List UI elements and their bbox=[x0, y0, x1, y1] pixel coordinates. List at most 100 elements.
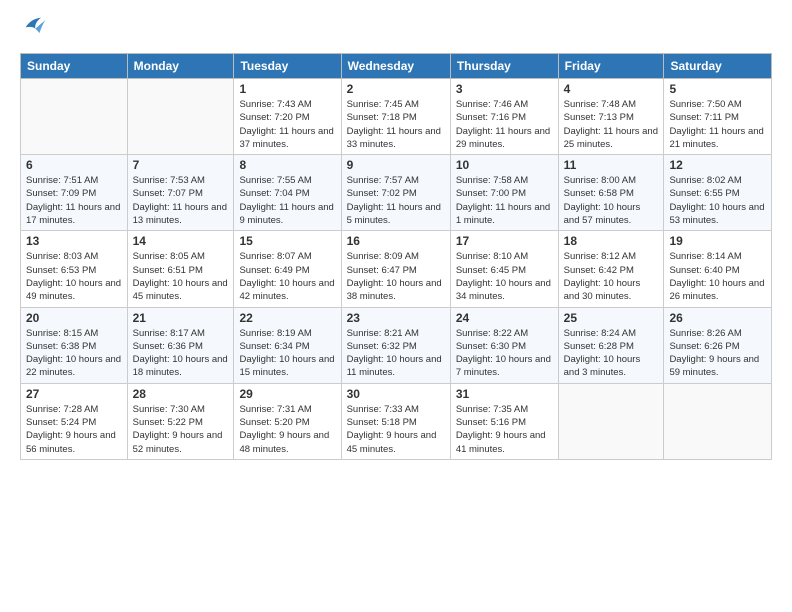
calendar-cell bbox=[21, 79, 128, 155]
calendar-cell: 21 Sunrise: 8:17 AM Sunset: 6:36 PM Dayli… bbox=[127, 307, 234, 383]
day-info: Sunrise: 8:22 AM Sunset: 6:30 PM Dayligh… bbox=[456, 327, 553, 380]
day-info: Sunrise: 7:53 AM Sunset: 7:07 PM Dayligh… bbox=[133, 174, 229, 227]
day-info: Sunrise: 8:12 AM Sunset: 6:42 PM Dayligh… bbox=[564, 250, 659, 303]
day-number: 14 bbox=[133, 234, 229, 248]
week-row-3: 13 Sunrise: 8:03 AM Sunset: 6:53 PM Dayli… bbox=[21, 231, 772, 307]
calendar-cell: 28 Sunrise: 7:30 AM Sunset: 5:22 PM Dayli… bbox=[127, 383, 234, 459]
day-number: 11 bbox=[564, 158, 659, 172]
day-number: 26 bbox=[669, 311, 766, 325]
day-number: 30 bbox=[347, 387, 445, 401]
day-info: Sunrise: 8:15 AM Sunset: 6:38 PM Dayligh… bbox=[26, 327, 122, 380]
day-number: 25 bbox=[564, 311, 659, 325]
day-info: Sunrise: 7:30 AM Sunset: 5:22 PM Dayligh… bbox=[133, 403, 229, 456]
day-number: 5 bbox=[669, 82, 766, 96]
day-number: 27 bbox=[26, 387, 122, 401]
day-info: Sunrise: 8:00 AM Sunset: 6:58 PM Dayligh… bbox=[564, 174, 659, 227]
calendar-cell: 23 Sunrise: 8:21 AM Sunset: 6:32 PM Dayli… bbox=[341, 307, 450, 383]
calendar-cell: 1 Sunrise: 7:43 AM Sunset: 7:20 PM Daylig… bbox=[234, 79, 341, 155]
day-info: Sunrise: 7:45 AM Sunset: 7:18 PM Dayligh… bbox=[347, 98, 445, 151]
day-number: 15 bbox=[239, 234, 335, 248]
day-info: Sunrise: 8:21 AM Sunset: 6:32 PM Dayligh… bbox=[347, 327, 445, 380]
day-info: Sunrise: 7:51 AM Sunset: 7:09 PM Dayligh… bbox=[26, 174, 122, 227]
calendar-cell: 13 Sunrise: 8:03 AM Sunset: 6:53 PM Dayli… bbox=[21, 231, 128, 307]
day-number: 24 bbox=[456, 311, 553, 325]
calendar-cell: 7 Sunrise: 7:53 AM Sunset: 7:07 PM Daylig… bbox=[127, 155, 234, 231]
calendar-cell: 19Sunrise: 8:14 AM Sunset: 6:40 PM Dayli… bbox=[664, 231, 772, 307]
calendar-table: SundayMondayTuesdayWednesdayThursdayFrid… bbox=[20, 53, 772, 460]
day-info: Sunrise: 7:57 AM Sunset: 7:02 PM Dayligh… bbox=[347, 174, 445, 227]
day-info: Sunrise: 7:35 AM Sunset: 5:16 PM Dayligh… bbox=[456, 403, 553, 456]
day-number: 22 bbox=[239, 311, 335, 325]
weekday-thursday: Thursday bbox=[450, 54, 558, 79]
day-info: Sunrise: 8:24 AM Sunset: 6:28 PM Dayligh… bbox=[564, 327, 659, 380]
day-number: 21 bbox=[133, 311, 229, 325]
day-info: Sunrise: 7:58 AM Sunset: 7:00 PM Dayligh… bbox=[456, 174, 553, 227]
day-info: Sunrise: 7:43 AM Sunset: 7:20 PM Dayligh… bbox=[239, 98, 335, 151]
day-number: 7 bbox=[133, 158, 229, 172]
day-number: 6 bbox=[26, 158, 122, 172]
calendar-cell: 8 Sunrise: 7:55 AM Sunset: 7:04 PM Daylig… bbox=[234, 155, 341, 231]
calendar-cell bbox=[558, 383, 664, 459]
weekday-monday: Monday bbox=[127, 54, 234, 79]
calendar-wrap: SundayMondayTuesdayWednesdayThursdayFrid… bbox=[0, 53, 792, 470]
logo-icon bbox=[20, 12, 48, 40]
day-number: 31 bbox=[456, 387, 553, 401]
day-info: Sunrise: 7:31 AM Sunset: 5:20 PM Dayligh… bbox=[239, 403, 335, 456]
day-number: 12 bbox=[669, 158, 766, 172]
day-number: 23 bbox=[347, 311, 445, 325]
day-number: 2 bbox=[347, 82, 445, 96]
day-info: Sunrise: 8:05 AM Sunset: 6:51 PM Dayligh… bbox=[133, 250, 229, 303]
calendar-cell: 30 Sunrise: 7:33 AM Sunset: 5:18 PM Dayli… bbox=[341, 383, 450, 459]
calendar-cell: 12 Sunrise: 8:02 AM Sunset: 6:55 PM Dayli… bbox=[664, 155, 772, 231]
day-number: 19 bbox=[669, 234, 766, 248]
day-number: 28 bbox=[133, 387, 229, 401]
day-number: 18 bbox=[564, 234, 659, 248]
day-info: Sunrise: 8:19 AM Sunset: 6:34 PM Dayligh… bbox=[239, 327, 335, 380]
weekday-saturday: Saturday bbox=[664, 54, 772, 79]
calendar-cell: 22 Sunrise: 8:19 AM Sunset: 6:34 PM Dayli… bbox=[234, 307, 341, 383]
day-number: 17 bbox=[456, 234, 553, 248]
day-number: 13 bbox=[26, 234, 122, 248]
weekday-wednesday: Wednesday bbox=[341, 54, 450, 79]
week-row-5: 27 Sunrise: 7:28 AM Sunset: 5:24 PM Dayli… bbox=[21, 383, 772, 459]
day-info: Sunrise: 7:50 AM Sunset: 7:11 PM Dayligh… bbox=[669, 98, 766, 151]
week-row-4: 20Sunrise: 8:15 AM Sunset: 6:38 PM Dayli… bbox=[21, 307, 772, 383]
page-header bbox=[0, 0, 792, 53]
calendar-cell: 10 Sunrise: 7:58 AM Sunset: 7:00 PM Dayli… bbox=[450, 155, 558, 231]
logo bbox=[18, 12, 48, 45]
day-info: Sunrise: 8:17 AM Sunset: 6:36 PM Dayligh… bbox=[133, 327, 229, 380]
calendar-cell: 31 Sunrise: 7:35 AM Sunset: 5:16 PM Dayli… bbox=[450, 383, 558, 459]
calendar-body: 1 Sunrise: 7:43 AM Sunset: 7:20 PM Daylig… bbox=[21, 79, 772, 460]
day-number: 3 bbox=[456, 82, 553, 96]
weekday-friday: Friday bbox=[558, 54, 664, 79]
calendar-cell: 6 Sunrise: 7:51 AM Sunset: 7:09 PM Daylig… bbox=[21, 155, 128, 231]
day-info: Sunrise: 8:26 AM Sunset: 6:26 PM Dayligh… bbox=[669, 327, 766, 380]
day-info: Sunrise: 8:03 AM Sunset: 6:53 PM Dayligh… bbox=[26, 250, 122, 303]
calendar-cell: 27 Sunrise: 7:28 AM Sunset: 5:24 PM Dayli… bbox=[21, 383, 128, 459]
day-info: Sunrise: 8:07 AM Sunset: 6:49 PM Dayligh… bbox=[239, 250, 335, 303]
day-info: Sunrise: 7:28 AM Sunset: 5:24 PM Dayligh… bbox=[26, 403, 122, 456]
calendar-cell: 15 Sunrise: 8:07 AM Sunset: 6:49 PM Dayli… bbox=[234, 231, 341, 307]
calendar-cell: 5 Sunrise: 7:50 AM Sunset: 7:11 PM Daylig… bbox=[664, 79, 772, 155]
day-info: Sunrise: 8:10 AM Sunset: 6:45 PM Dayligh… bbox=[456, 250, 553, 303]
day-number: 29 bbox=[239, 387, 335, 401]
day-info: Sunrise: 7:55 AM Sunset: 7:04 PM Dayligh… bbox=[239, 174, 335, 227]
day-info: Sunrise: 7:33 AM Sunset: 5:18 PM Dayligh… bbox=[347, 403, 445, 456]
weekday-sunday: Sunday bbox=[21, 54, 128, 79]
calendar-cell bbox=[664, 383, 772, 459]
calendar-cell: 14 Sunrise: 8:05 AM Sunset: 6:51 PM Dayli… bbox=[127, 231, 234, 307]
day-number: 8 bbox=[239, 158, 335, 172]
calendar-cell: 4 Sunrise: 7:48 AM Sunset: 7:13 PM Daylig… bbox=[558, 79, 664, 155]
weekday-header-row: SundayMondayTuesdayWednesdayThursdayFrid… bbox=[21, 54, 772, 79]
calendar-cell: 16Sunrise: 8:09 AM Sunset: 6:47 PM Dayli… bbox=[341, 231, 450, 307]
day-info: Sunrise: 8:02 AM Sunset: 6:55 PM Dayligh… bbox=[669, 174, 766, 227]
calendar-cell: 26 Sunrise: 8:26 AM Sunset: 6:26 PM Dayli… bbox=[664, 307, 772, 383]
calendar-cell: 11 Sunrise: 8:00 AM Sunset: 6:58 PM Dayli… bbox=[558, 155, 664, 231]
day-number: 4 bbox=[564, 82, 659, 96]
calendar-cell: 24 Sunrise: 8:22 AM Sunset: 6:30 PM Dayli… bbox=[450, 307, 558, 383]
day-number: 1 bbox=[239, 82, 335, 96]
day-info: Sunrise: 7:48 AM Sunset: 7:13 PM Dayligh… bbox=[564, 98, 659, 151]
calendar-cell bbox=[127, 79, 234, 155]
day-number: 10 bbox=[456, 158, 553, 172]
week-row-1: 1 Sunrise: 7:43 AM Sunset: 7:20 PM Daylig… bbox=[21, 79, 772, 155]
